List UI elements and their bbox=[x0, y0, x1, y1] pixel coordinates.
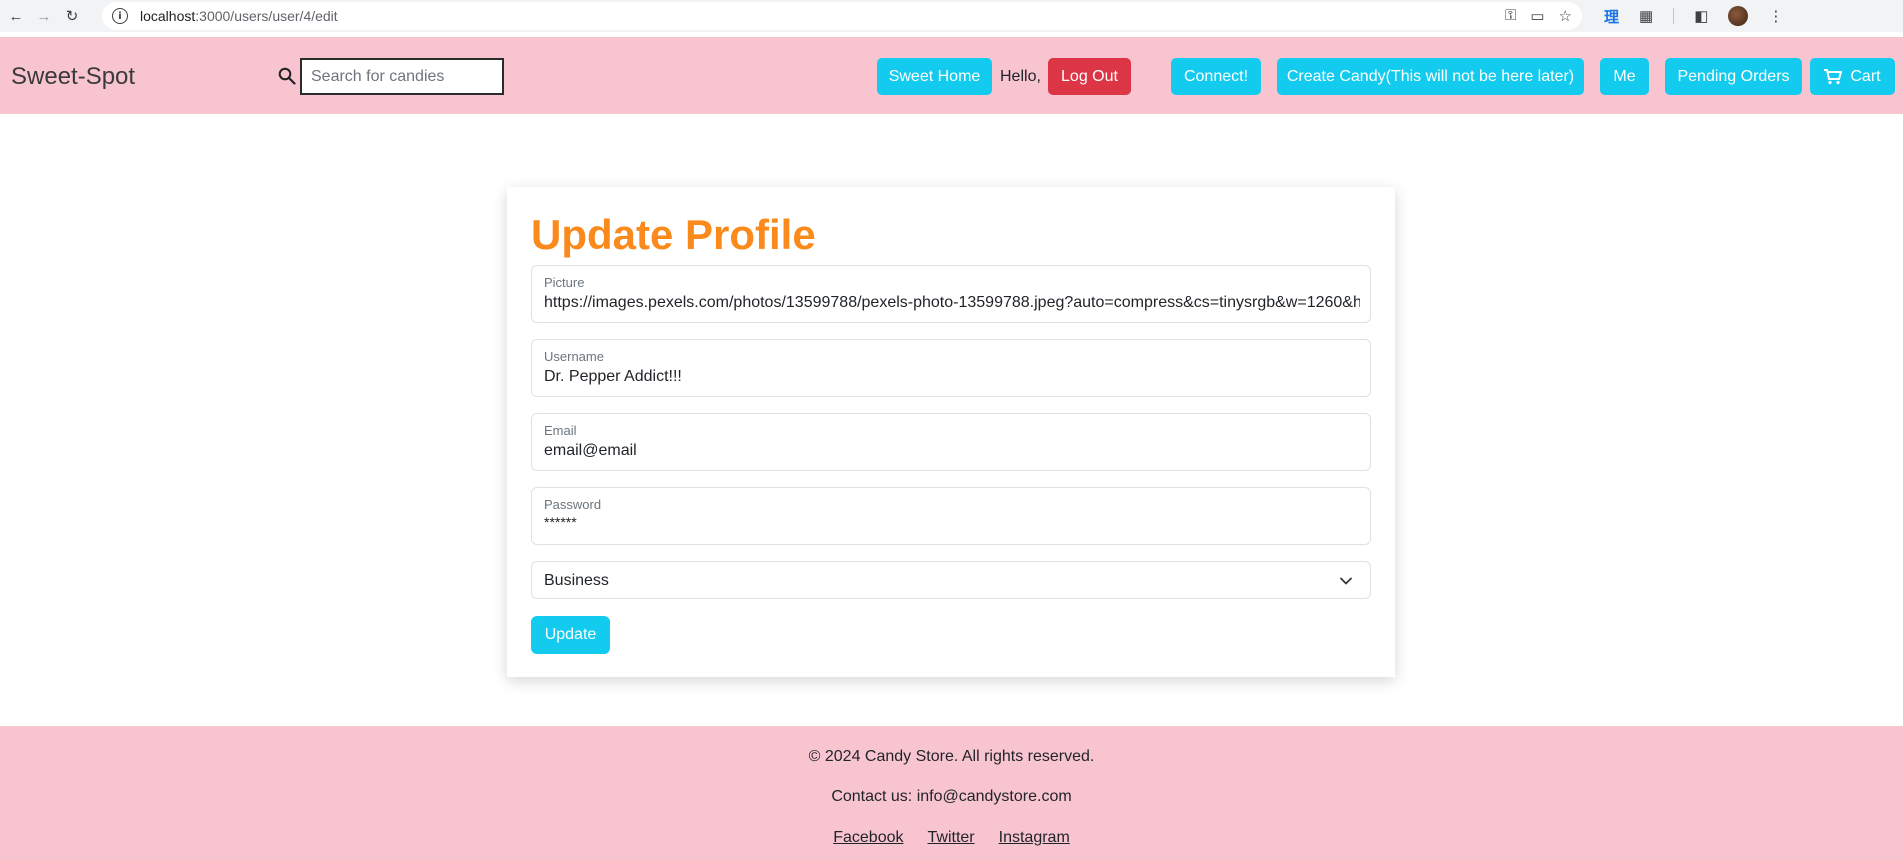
reload-icon[interactable]: ↻ bbox=[60, 4, 84, 28]
instagram-link[interactable]: Instagram bbox=[999, 829, 1070, 847]
address-bar[interactable]: i localhost:3000/users/user/4/edit ⚿ ▭ ☆ bbox=[102, 2, 1582, 30]
email-label: Email bbox=[544, 423, 577, 438]
translate-extension-icon[interactable]: 理 bbox=[1604, 6, 1619, 27]
username-field[interactable]: Username Dr. Pepper Addict!!! bbox=[531, 339, 1371, 397]
email-input[interactable]: email@email bbox=[544, 442, 1360, 460]
picture-label: Picture bbox=[544, 275, 585, 290]
url-path: :3000/users/user/4/edit bbox=[195, 8, 338, 24]
menu-kebab-icon[interactable]: ⋮ bbox=[1768, 7, 1783, 25]
site-footer: © 2024 Candy Store. All rights reserved.… bbox=[0, 726, 1903, 861]
sweet-home-button[interactable]: Sweet Home bbox=[877, 58, 992, 95]
password-input[interactable]: ****** bbox=[544, 514, 1360, 530]
username-label: Username bbox=[544, 349, 604, 364]
toolbar-divider bbox=[1673, 8, 1675, 24]
url-host: localhost bbox=[140, 8, 196, 24]
account-type-value: Business bbox=[544, 572, 609, 589]
extensions-puzzle-icon[interactable]: ▦ bbox=[1639, 7, 1653, 25]
hello-text: Hello, bbox=[1000, 68, 1041, 85]
pending-orders-button[interactable]: Pending Orders bbox=[1665, 58, 1802, 95]
key-icon[interactable]: ⚿ bbox=[1505, 7, 1516, 25]
picture-input[interactable]: https://images.pexels.com/photos/1359978… bbox=[544, 294, 1360, 312]
logout-button[interactable]: Log Out bbox=[1048, 58, 1131, 95]
page-title: Update Profile bbox=[531, 211, 816, 258]
email-field[interactable]: Email email@email bbox=[531, 413, 1371, 471]
site-info-icon[interactable]: i bbox=[112, 8, 128, 24]
account-type-select[interactable]: Business bbox=[531, 561, 1371, 599]
brand-logo[interactable]: Sweet-Spot bbox=[11, 63, 135, 91]
update-button[interactable]: Update bbox=[531, 616, 610, 654]
facebook-link[interactable]: Facebook bbox=[833, 829, 903, 847]
copyright-text: © 2024 Candy Store. All rights reserved. bbox=[808, 748, 1095, 765]
app-navbar: Sweet-Spot Sweet Home Hello, Log Out Con… bbox=[0, 37, 1903, 114]
username-input[interactable]: Dr. Pepper Addict!!! bbox=[544, 368, 1360, 386]
update-profile-card: Update Profile Picture https://images.pe… bbox=[507, 187, 1395, 677]
install-app-icon[interactable]: ▭ bbox=[1530, 7, 1544, 25]
url-text: localhost:3000/users/user/4/edit bbox=[140, 8, 338, 24]
bookmark-star-icon[interactable]: ☆ bbox=[1559, 7, 1572, 25]
connect-button[interactable]: Connect! bbox=[1171, 58, 1261, 95]
twitter-link[interactable]: Twitter bbox=[928, 829, 975, 847]
me-button[interactable]: Me bbox=[1600, 58, 1649, 95]
browser-toolbar: ← → ↻ i localhost:3000/users/user/4/edit… bbox=[0, 0, 1903, 32]
forward-icon[interactable]: → bbox=[32, 4, 56, 28]
password-label: Password bbox=[544, 497, 602, 512]
search-icon bbox=[278, 67, 296, 85]
search-input[interactable] bbox=[300, 58, 504, 95]
cart-button[interactable]: Cart bbox=[1810, 58, 1895, 95]
picture-field[interactable]: Picture https://images.pexels.com/photos… bbox=[531, 265, 1371, 323]
profile-avatar[interactable] bbox=[1728, 6, 1749, 26]
cart-icon bbox=[1824, 68, 1843, 84]
back-icon[interactable]: ← bbox=[4, 4, 28, 28]
social-links: Facebook Twitter Instagram bbox=[0, 829, 1903, 847]
cart-label: Cart bbox=[1850, 67, 1881, 85]
contact-text: Contact us: info@candystore.com bbox=[831, 788, 1072, 805]
chevron-down-icon bbox=[1340, 577, 1352, 585]
password-field[interactable]: Password ****** bbox=[531, 487, 1371, 545]
side-panel-icon[interactable]: ◧ bbox=[1694, 7, 1708, 25]
create-candy-button[interactable]: Create Candy(This will not be here later… bbox=[1277, 58, 1584, 95]
